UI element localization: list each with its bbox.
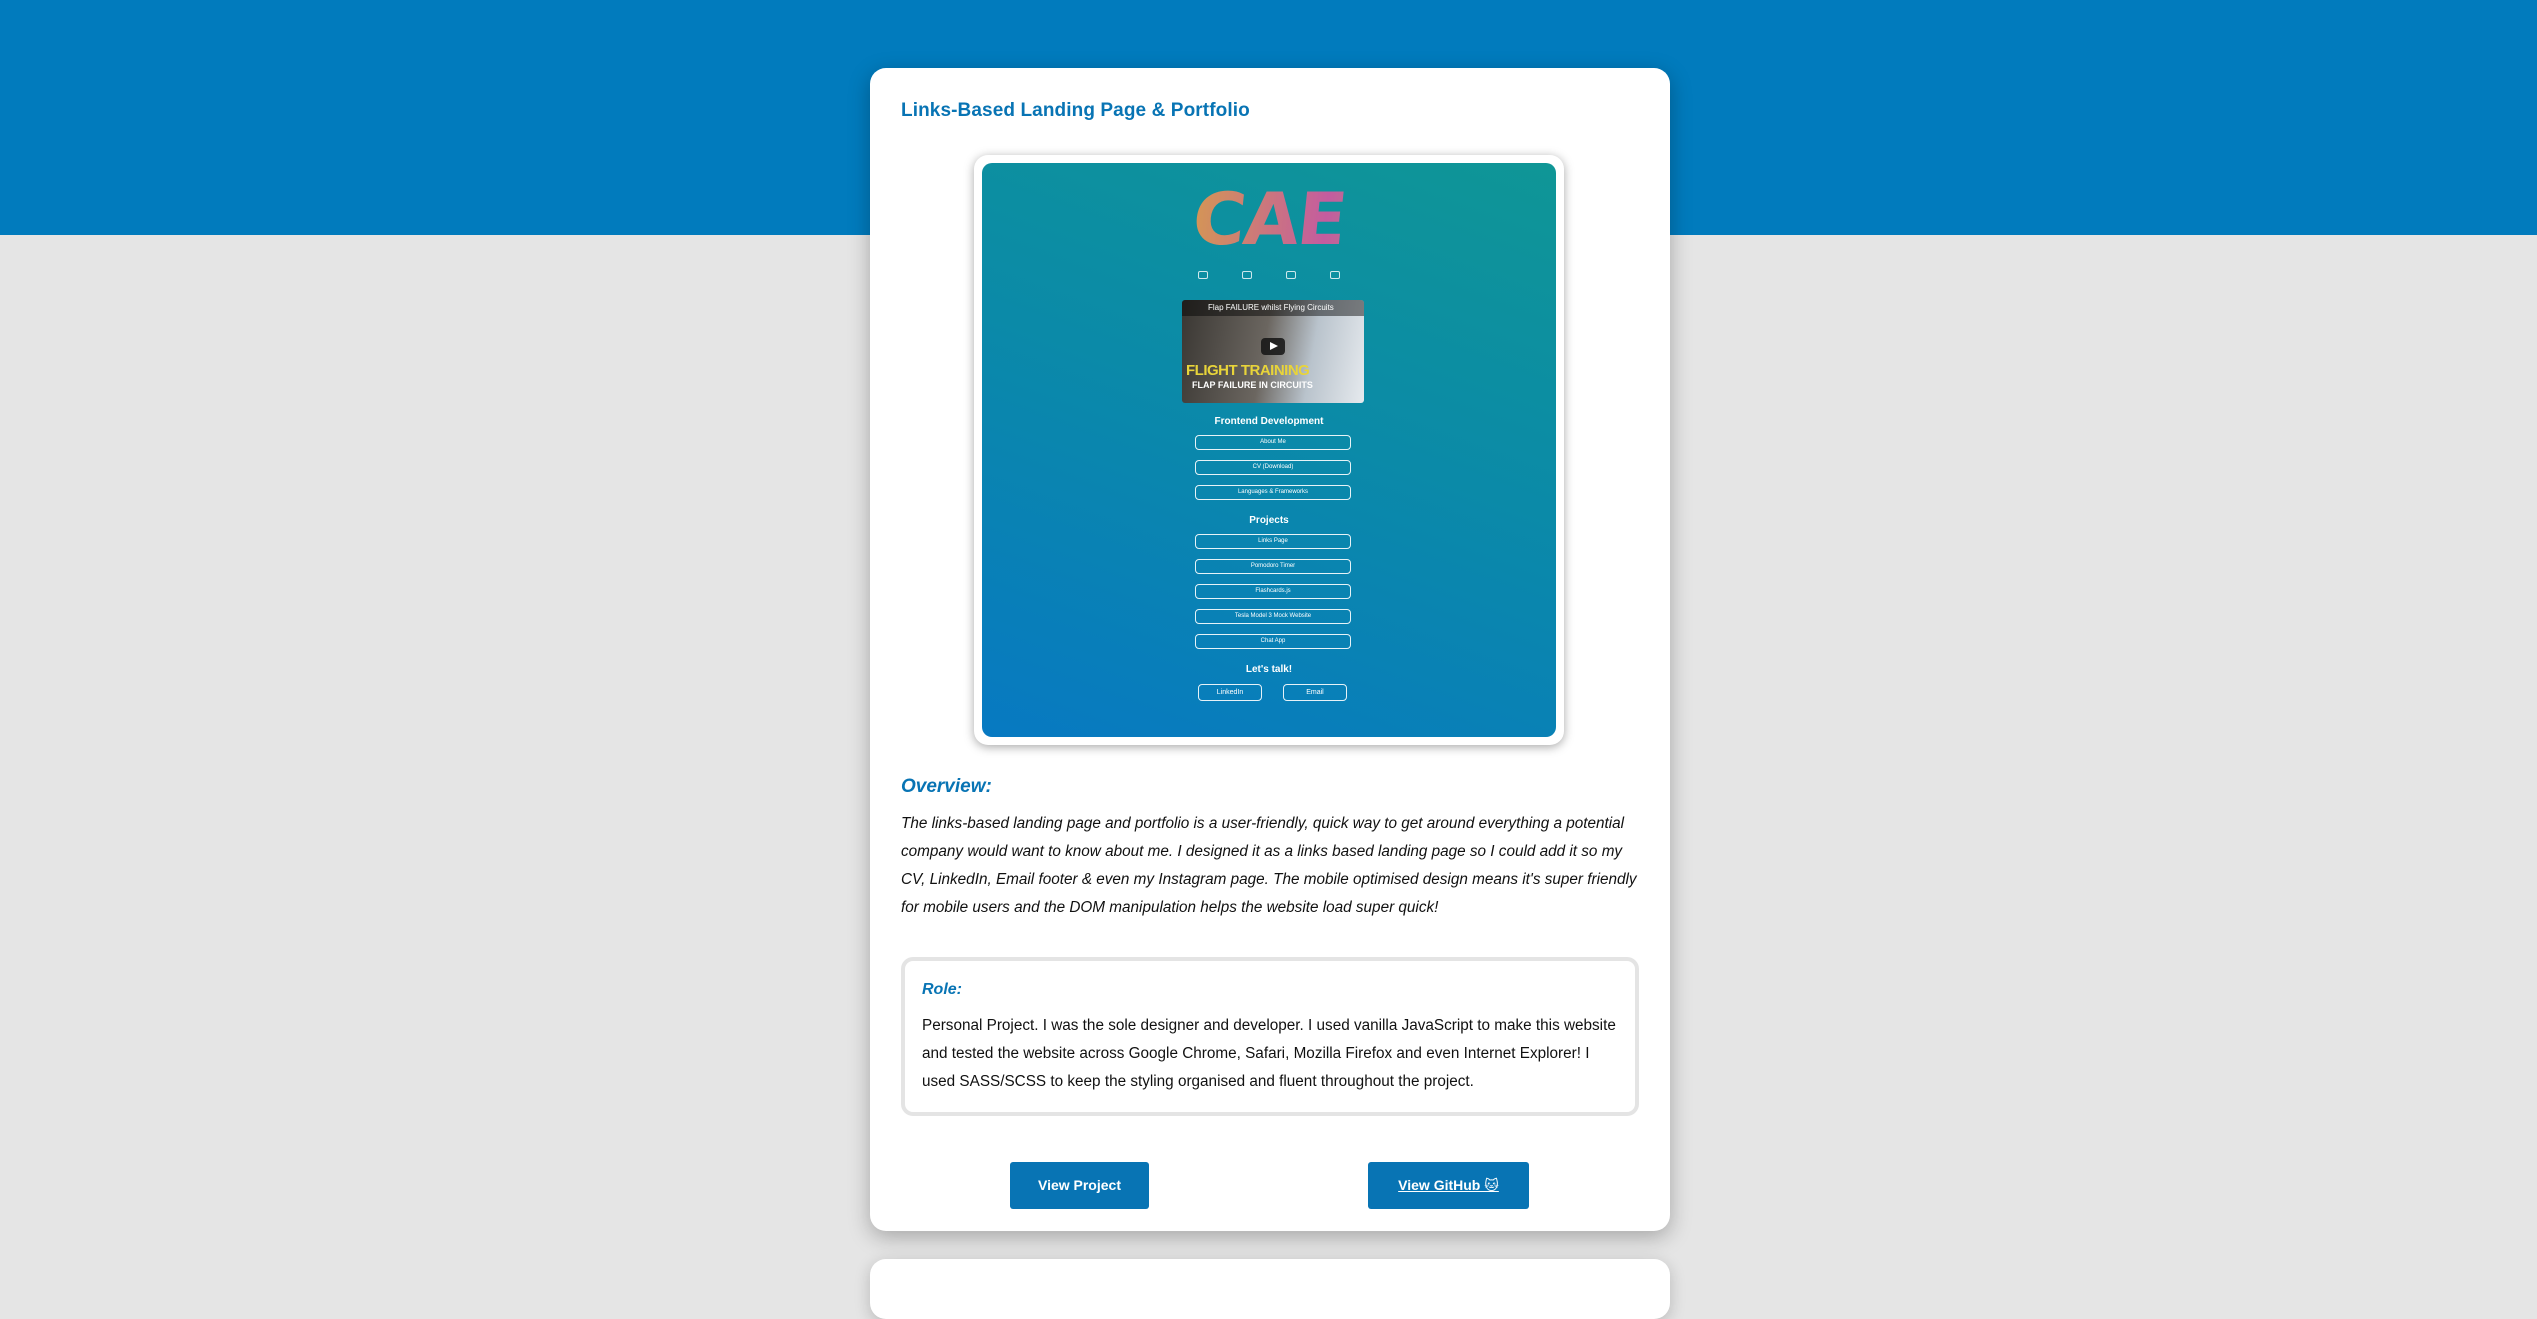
project-card: Links-Based Landing Page & Portfolio CAE… — [870, 68, 1670, 1231]
view-github-button[interactable]: View GitHub 🐱 — [1368, 1162, 1529, 1209]
next-project-card — [870, 1259, 1670, 1319]
role-heading: Role: — [922, 981, 962, 998]
github-icon — [1286, 271, 1296, 279]
overview-heading: Overview: — [901, 776, 992, 797]
play-icon — [1261, 338, 1285, 355]
view-project-button[interactable]: View Project — [1010, 1162, 1149, 1209]
screenshot-social-icons — [982, 271, 1556, 279]
linkedin-icon — [1330, 271, 1340, 279]
screenshot-link: Languages & Frameworks — [1195, 485, 1351, 500]
screenshot-link: Flashcards.js — [1195, 584, 1351, 599]
screenshot-screen: CAE Flap FAILURE whilst Flying Circuits … — [982, 163, 1556, 737]
screenshot-link: Chat App — [1195, 634, 1351, 649]
role-box: Role: Personal Project. I was the sole d… — [901, 957, 1639, 1116]
email-icon — [1242, 271, 1252, 279]
screenshot-video-thumbnail: Flap FAILURE whilst Flying Circuits FLIG… — [1182, 300, 1364, 403]
project-title: Links-Based Landing Page & Portfolio — [901, 100, 1250, 121]
screenshot-link: About Me — [1195, 435, 1351, 450]
instagram-icon — [1198, 271, 1208, 279]
screenshot-link: CV (Download) — [1195, 460, 1351, 475]
role-text: Personal Project. I was the sole designe… — [922, 1017, 1616, 1090]
screenshot-link: Tesla Model 3 Mock Website — [1195, 609, 1351, 624]
screenshot-link: Pomodoro Timer — [1195, 559, 1351, 574]
screenshot-link: Email — [1283, 684, 1347, 701]
screenshot-heading-frontend: Frontend Development — [1214, 416, 1324, 427]
screenshot-link: Links Page — [1195, 534, 1351, 549]
project-screenshot: CAE Flap FAILURE whilst Flying Circuits … — [974, 155, 1564, 745]
screenshot-heading-projects: Projects — [1249, 515, 1289, 526]
video-thumb-subtitle: FLAP FAILURE IN CIRCUITS — [1192, 380, 1313, 390]
video-bar-title: Flap FAILURE whilst Flying Circuits — [1208, 303, 1334, 312]
overview-text: The links-based landing page and portfol… — [901, 815, 1637, 916]
video-thumb-title: FLIGHT TRAINING — [1186, 362, 1310, 379]
screenshot-heading-contact: Let's talk! — [1245, 664, 1293, 675]
screenshot-link: LinkedIn — [1198, 684, 1262, 701]
screenshot-logo: CAE — [982, 177, 1556, 261]
